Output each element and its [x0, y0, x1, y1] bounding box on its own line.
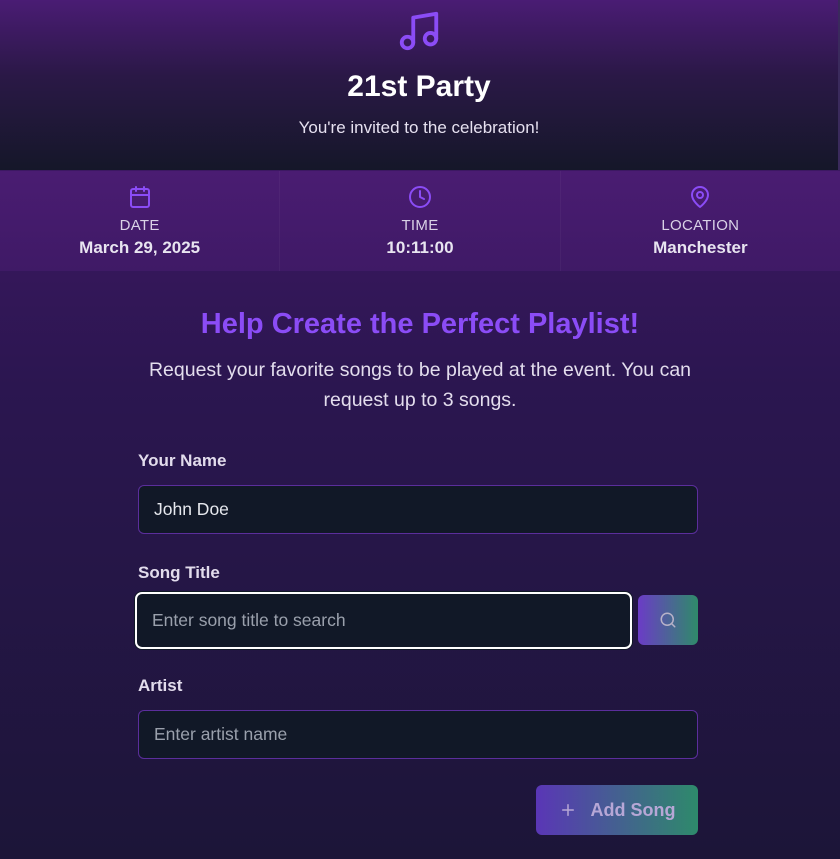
map-pin-icon	[691, 186, 710, 208]
calendar-icon	[129, 186, 150, 208]
clock-icon	[408, 186, 431, 208]
playlist-description: Request your favorite songs to be played…	[148, 359, 692, 411]
search-icon	[660, 612, 676, 628]
event-info: DATE March 29, 2025 TIME 10:11:00 LOCATI…	[0, 171, 840, 271]
info-location-value: Manchester	[653, 238, 748, 257]
info-time: TIME 10:11:00	[279, 171, 559, 271]
name-input[interactable]	[138, 485, 698, 534]
page-title: 21st Party	[347, 70, 491, 103]
info-date-label: DATE	[119, 217, 160, 234]
song-title-input[interactable]	[135, 592, 632, 649]
info-date: DATE March 29, 2025	[0, 171, 279, 271]
search-button[interactable]	[638, 595, 698, 645]
artist-input[interactable]	[138, 710, 698, 759]
plus-icon	[561, 804, 574, 816]
info-time-label: TIME	[401, 217, 439, 234]
song-title-label: Song Title	[138, 563, 220, 582]
info-location-label: LOCATION	[661, 217, 740, 234]
info-location: LOCATION Manchester	[559, 171, 840, 271]
artist-label: Artist	[138, 676, 183, 695]
info-time-value: 10:11:00	[386, 238, 454, 257]
info-date-value: March 29, 2025	[79, 238, 201, 257]
playlist-title: Help Create the Perfect Playlist!	[200, 308, 640, 340]
music-note-icon	[399, 11, 439, 51]
name-label: Your Name	[138, 451, 227, 470]
add-song-button[interactable]: Add Song	[536, 785, 698, 835]
header: 21st Party You're invited to the celebra…	[0, 0, 840, 170]
add-song-label: Add Song	[590, 799, 676, 820]
page-subtitle: You're invited to the celebration!	[298, 118, 540, 137]
